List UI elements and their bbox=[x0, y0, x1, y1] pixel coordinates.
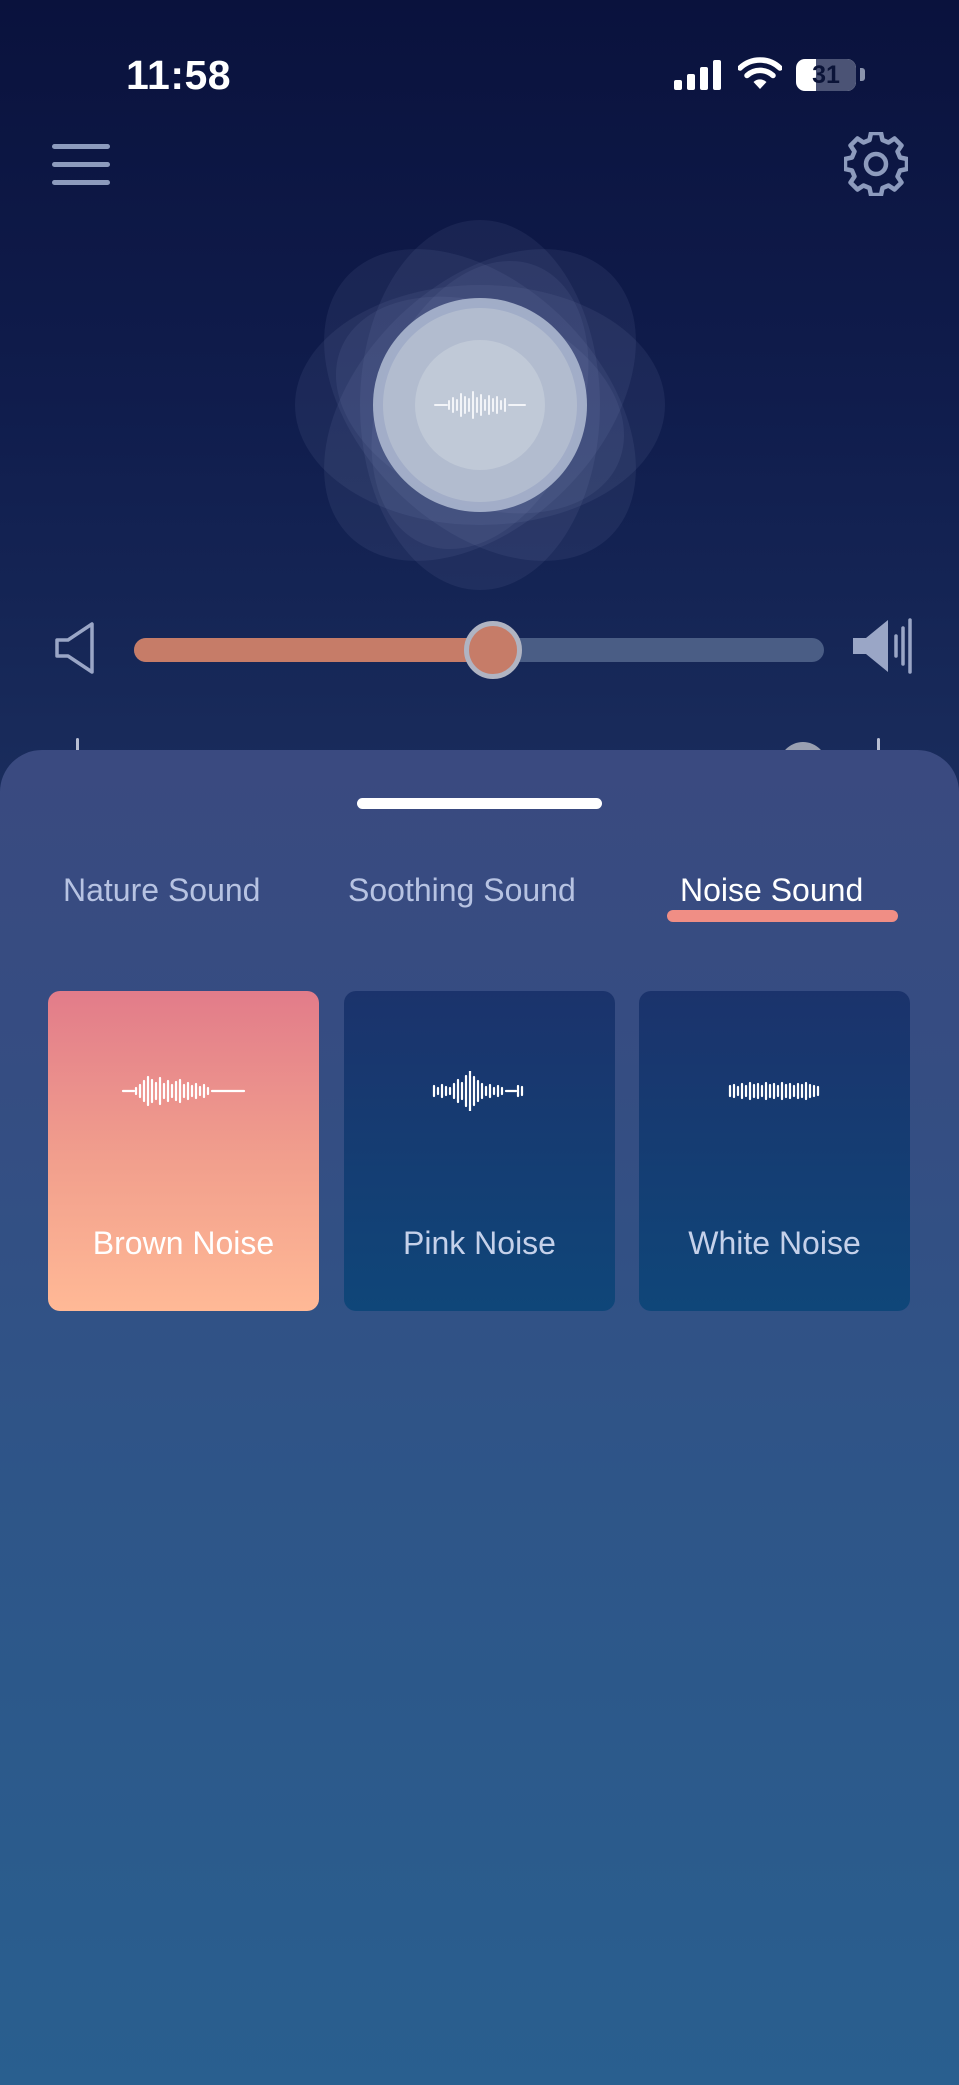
sound-picker-sheet: Nature Sound Soothing Sound Noise Sound bbox=[0, 750, 959, 2085]
cellular-signal-icon bbox=[674, 60, 721, 90]
volume-low-icon[interactable] bbox=[54, 620, 102, 676]
tab-noise-sound[interactable]: Noise Sound bbox=[680, 872, 863, 909]
brown-noise-wave-icon bbox=[121, 1075, 246, 1107]
sheet-drag-handle[interactable] bbox=[357, 798, 602, 809]
sound-visualizer[interactable] bbox=[285, 215, 675, 595]
wifi-icon bbox=[738, 57, 782, 89]
status-icons: 31 bbox=[674, 56, 874, 96]
sound-card-brown-noise[interactable]: Brown Noise bbox=[48, 991, 319, 1311]
battery-level: 31 bbox=[812, 61, 840, 89]
sound-card-white-noise[interactable]: White Noise bbox=[639, 991, 910, 1311]
menu-button[interactable] bbox=[50, 140, 114, 190]
white-noise-wave-icon bbox=[728, 1081, 820, 1101]
status-time: 11:58 bbox=[126, 52, 232, 98]
settings-gear-icon[interactable] bbox=[844, 132, 908, 196]
volume-fill bbox=[134, 638, 493, 662]
tab-nature-sound[interactable]: Nature Sound bbox=[63, 872, 260, 909]
battery-cap bbox=[860, 68, 865, 81]
tab-soothing-sound[interactable]: Soothing Sound bbox=[348, 872, 576, 909]
tab-active-indicator bbox=[667, 910, 898, 922]
pink-noise-wave-icon bbox=[432, 1071, 524, 1111]
sound-card-label: White Noise bbox=[688, 1225, 861, 1261]
app-screen: 11:58 31 Nature Sound Soothing Sound Noi… bbox=[0, 0, 959, 2085]
volume-thumb[interactable] bbox=[463, 621, 522, 679]
sound-card-label: Brown Noise bbox=[92, 1225, 275, 1261]
sound-card-pink-noise[interactable]: Pink Noise bbox=[344, 991, 615, 1311]
battery-icon: 31 bbox=[796, 59, 856, 91]
volume-high-icon[interactable] bbox=[850, 614, 914, 678]
sound-card-label: Pink Noise bbox=[403, 1225, 556, 1261]
volume-slider[interactable] bbox=[134, 621, 824, 679]
